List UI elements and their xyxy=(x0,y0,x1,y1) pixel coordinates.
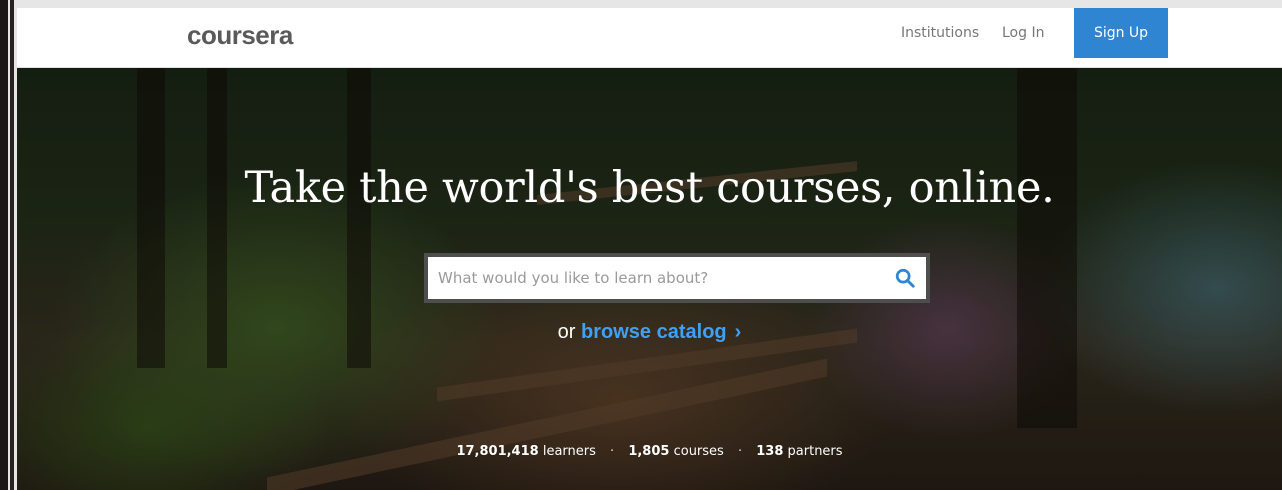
browse-catalog-link[interactable]: browse catalog xyxy=(581,321,727,343)
signup-button[interactable]: Sign Up xyxy=(1074,8,1168,58)
nav-login-link[interactable]: Log In xyxy=(1002,25,1044,41)
page: coursera Institutions Log In Sign Up Tak… xyxy=(17,8,1282,490)
partners-label: partners xyxy=(787,444,843,459)
courses-count: 1,805 xyxy=(628,444,670,459)
nav-institutions-link[interactable]: Institutions xyxy=(901,25,979,41)
stats-separator: · xyxy=(737,444,743,459)
learners-count: 17,801,418 xyxy=(456,444,539,459)
site-header: coursera Institutions Log In Sign Up xyxy=(17,8,1282,68)
browser-frame: coursera Institutions Log In Sign Up Tak… xyxy=(0,0,1282,490)
courses-label: courses xyxy=(673,444,724,459)
window-edge-line xyxy=(10,0,14,490)
stats-separator: · xyxy=(610,444,615,459)
search-icon[interactable] xyxy=(894,267,916,289)
hero-section: Take the world's best courses, online. o… xyxy=(17,68,1282,490)
search-box[interactable] xyxy=(424,253,930,303)
window-edge xyxy=(0,0,8,490)
learners-label: learners xyxy=(542,444,596,459)
site-stats: 17,801,418 learners · 1,805 courses · 13… xyxy=(17,444,1282,459)
hero-headline: Take the world's best courses, online. xyxy=(244,163,1055,213)
chevron-right-icon[interactable]: › xyxy=(735,321,742,343)
browse-prefix: or xyxy=(557,321,576,343)
coursera-logo[interactable]: coursera xyxy=(187,20,293,51)
search-input[interactable] xyxy=(438,257,878,299)
partners-count: 138 xyxy=(756,444,784,459)
browse-catalog-row: or browse catalog › xyxy=(17,321,1282,344)
